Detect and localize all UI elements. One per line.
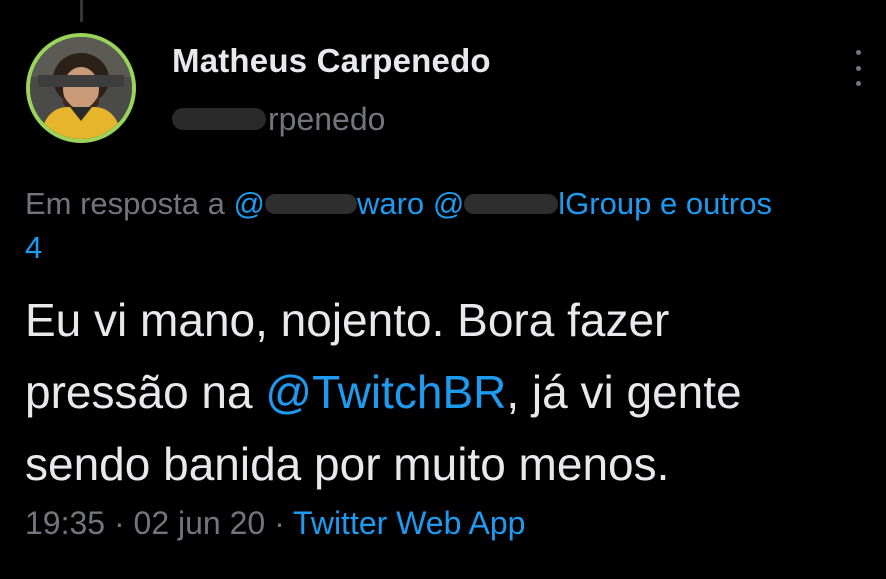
- author-handle[interactable]: rpenedo: [172, 101, 385, 138]
- tweet-text-line-2: pressão na @TwitchBR, já vi gente: [25, 356, 885, 428]
- avatar-image: [30, 37, 132, 139]
- thread-connector-line: [80, 0, 83, 22]
- tweet-time[interactable]: 19:35: [25, 505, 105, 541]
- more-vertical-icon[interactable]: [848, 50, 868, 86]
- more-dot: [855, 81, 861, 86]
- reply-mention-1-text: waro: [356, 186, 425, 221]
- reply-mention-2[interactable]: @ lGroup: [433, 186, 652, 221]
- tweet-text-line-3: sendo banida por muito menos.: [25, 438, 670, 490]
- reply-mention-2-text: lGroup: [558, 186, 652, 221]
- twitchbr-mention-link[interactable]: @TwitchBR: [265, 366, 506, 418]
- tweet-text-line-1: Eu vi mano, nojento. Bora fazer: [25, 294, 670, 346]
- meta-separator: ·: [274, 505, 285, 541]
- reply-prefix: Em resposta a: [25, 186, 225, 221]
- tweet-meta: 19:35 · 02 jun 20 · Twitter Web App: [25, 505, 525, 542]
- tweet-text: Eu vi mano, nojento. Bora fazer pressão …: [25, 284, 885, 500]
- reply-mention-1[interactable]: @ waro: [234, 186, 425, 221]
- tweet-text-line-2-pre: pressão na: [25, 366, 266, 418]
- tweet-text-line-2-post: , já vi gente: [506, 366, 742, 418]
- reply-suffix: e outros: [659, 186, 772, 221]
- author-name[interactable]: Matheus Carpenedo: [172, 42, 491, 80]
- redacted-handle-block: [172, 107, 266, 130]
- tweet-date[interactable]: 02 jun 20: [134, 505, 266, 541]
- reply-count: 4: [25, 230, 43, 265]
- reply-context: Em resposta a @ waro @ lGroup e outros 4: [25, 182, 880, 270]
- avatar[interactable]: [26, 33, 136, 143]
- tweet-source-link[interactable]: Twitter Web App: [293, 505, 525, 541]
- redacted-mention-block: [264, 193, 357, 214]
- redacted-mention-block: [464, 193, 559, 214]
- more-dot: [855, 65, 861, 71]
- handle-visible-text: rpenedo: [268, 101, 386, 137]
- meta-separator: ·: [113, 505, 125, 541]
- more-dot: [855, 50, 861, 55]
